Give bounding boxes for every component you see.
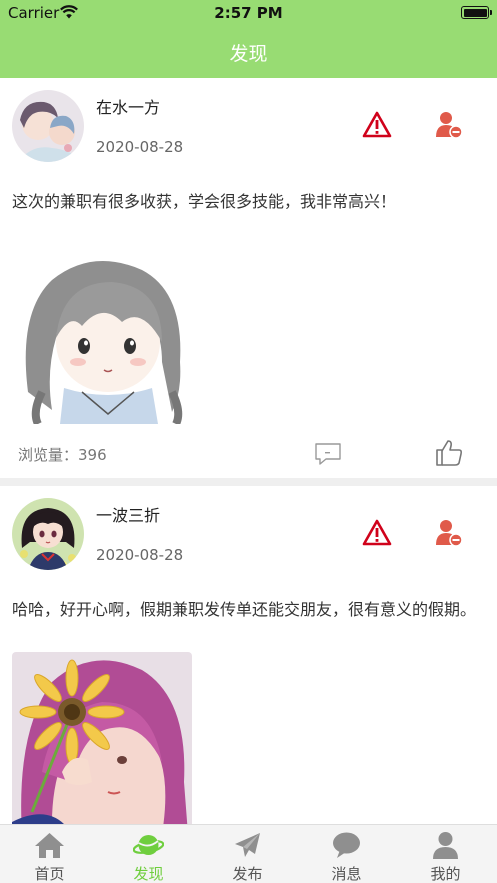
view-count-label: 浏览量： <box>18 446 79 464</box>
navigation-bar: 发现 <box>0 26 497 78</box>
warning-triangle-icon[interactable] <box>362 110 392 140</box>
post-image[interactable] <box>12 652 192 824</box>
tab-label: 发现 <box>133 865 164 883</box>
thumbs-up-icon[interactable] <box>434 438 464 468</box>
paper-plane-icon <box>235 833 260 857</box>
post-image[interactable] <box>12 242 192 424</box>
username[interactable]: 一波三折 <box>96 502 160 526</box>
tab-messages[interactable]: 消息 <box>297 825 396 883</box>
tab-label: 发布 <box>232 865 263 883</box>
tab-home[interactable]: 首页 <box>0 825 99 883</box>
tab-discover[interactable]: 发现 <box>99 825 198 883</box>
comment-icon[interactable] <box>314 442 342 466</box>
post-card: 一波三折 2020-08-28 哈哈，好开心啊，假期兼职发传单还能交朋友，很有意… <box>0 486 497 824</box>
post-card: 在水一方 2020-08-28 这次的兼职有很多收获，学会很多技能，我非常高兴！ <box>0 78 497 478</box>
planet-icon <box>133 835 164 855</box>
tab-label: 首页 <box>34 865 65 883</box>
battery-icon <box>461 6 492 19</box>
username[interactable]: 在水一方 <box>96 94 160 118</box>
page-title: 发现 <box>229 43 268 65</box>
person-icon <box>433 832 458 859</box>
block-user-icon[interactable] <box>434 518 464 548</box>
post-content: 哈哈，好开心啊，假期兼职发传单还能交朋友，很有意义的假期。 <box>12 600 477 619</box>
post-date: 2020-08-28 <box>96 546 184 564</box>
post-feed[interactable]: 在水一方 2020-08-28 这次的兼职有很多收获，学会很多技能，我非常高兴！ <box>0 78 497 824</box>
view-count: 浏览量：396 <box>18 444 107 465</box>
avatar[interactable] <box>12 498 84 570</box>
post-content: 这次的兼职有很多收获，学会很多技能，我非常高兴！ <box>12 192 397 211</box>
tab-profile[interactable]: 我的 <box>396 825 495 883</box>
home-icon <box>35 833 64 858</box>
tab-label: 我的 <box>430 865 461 883</box>
status-bar: Carrier 2:57 PM <box>0 0 497 26</box>
warning-triangle-icon[interactable] <box>362 518 392 548</box>
tab-bar: 首页 发现 发布 消息 我的 <box>0 824 497 883</box>
post-date: 2020-08-28 <box>96 138 184 156</box>
tab-publish[interactable]: 发布 <box>198 825 297 883</box>
avatar[interactable] <box>12 90 84 162</box>
clock: 2:57 PM <box>214 4 283 22</box>
block-user-icon[interactable] <box>434 110 464 140</box>
view-count-value: 396 <box>78 446 107 464</box>
tab-label: 消息 <box>331 865 362 883</box>
message-bubble-icon <box>333 832 360 858</box>
